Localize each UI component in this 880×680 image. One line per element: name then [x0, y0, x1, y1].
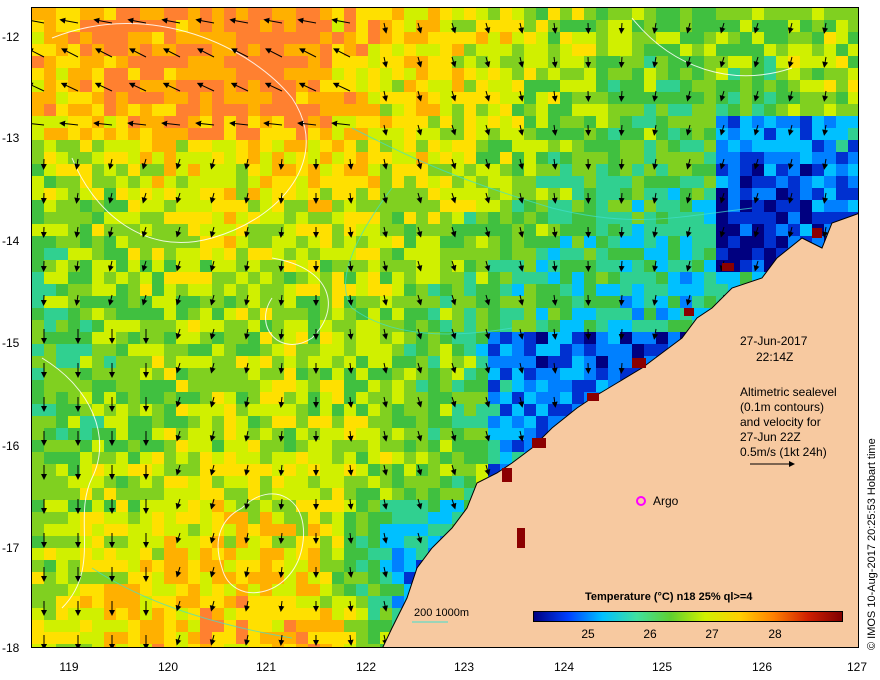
lon-tick: 120 [157, 660, 179, 674]
legend-line: 0.5m/s (1kt 24h) [740, 445, 827, 459]
legend-line: (0.1m contours) [740, 400, 825, 414]
legend-line: and velocity for [740, 415, 821, 429]
lat-tick: -14 [2, 234, 20, 248]
lat-tick: -15 [2, 336, 20, 350]
lat-tick: -16 [2, 439, 20, 453]
colorbar-label: 26 [643, 627, 657, 641]
map-frame: Argo 200 1000m [31, 7, 859, 648]
lat-tick: -17 [2, 541, 20, 555]
date-label: 27-Jun-2017 [740, 334, 808, 348]
bathymetry-legend-label: 200 1000m [414, 607, 469, 619]
colorbar-label: 27 [705, 627, 719, 641]
lon-tick: 127 [846, 660, 868, 674]
lon-tick: 123 [453, 660, 475, 674]
legend-line: 27-Jun 22Z [740, 430, 801, 444]
legend-line: Altimetric sealevel [740, 385, 837, 399]
lat-tick: -18 [2, 641, 20, 655]
colorbar-label: 25 [581, 627, 595, 641]
lon-tick: 126 [751, 660, 773, 674]
lon-tick: 125 [651, 660, 673, 674]
lat-tick: -13 [2, 131, 20, 145]
lon-tick: 124 [553, 660, 575, 674]
sst-map: Argo 200 1000m [32, 8, 858, 647]
lon-tick: 121 [255, 660, 277, 674]
lon-tick: 122 [355, 660, 377, 674]
lat-tick: -12 [2, 30, 20, 44]
argo-label: Argo [653, 494, 679, 508]
lon-tick: 119 [59, 660, 79, 674]
colorbar-title: Temperature (°C) n18 25% ql>=4 [585, 591, 753, 603]
colorbar-label: 28 [768, 627, 782, 641]
time-label: 22:14Z [756, 350, 794, 364]
colorbar [533, 611, 843, 622]
credit-text: © IMOS 10-Aug-2017 20:25:53 Hobart time [866, 438, 878, 650]
